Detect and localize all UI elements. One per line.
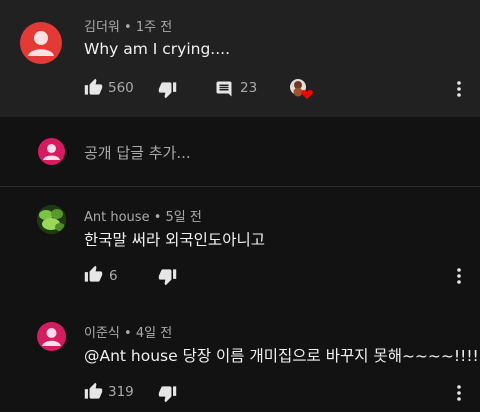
thumbs-down-icon[interactable] [158,80,177,99]
thumbs-up-icon[interactable] [84,78,103,97]
creator-heart-icon [290,79,313,99]
leaf-avatar-icon [37,205,66,234]
comment-author[interactable]: Ant house [84,210,150,225]
avatar[interactable] [37,205,66,234]
divider [0,186,480,187]
more-options-icon[interactable] [449,266,469,286]
more-options-icon[interactable] [449,383,469,403]
like-count: 319 [108,384,134,400]
separator-dot: • [153,210,166,225]
comment-time[interactable]: 4일 전 [136,326,172,341]
highlighted-comment [0,0,480,117]
default-avatar-icon [28,31,54,56]
comment-text: 한국말 써라 외국인도아니고 [84,231,265,249]
default-avatar-icon [43,144,60,160]
comment-author[interactable]: 김더워 [84,20,120,35]
add-reply-input[interactable]: 공개 답글 추가... [84,142,191,163]
like-count: 6 [109,268,118,284]
thumbs-up-icon[interactable] [84,265,103,284]
comment-time[interactable]: 1주 전 [136,20,172,35]
reply-count[interactable]: 23 [240,80,257,96]
comment-time[interactable]: 5일 전 [166,210,202,225]
reply-icon[interactable] [215,80,233,98]
creator-heart[interactable] [288,77,314,101]
avatar[interactable] [20,22,62,64]
default-avatar-icon [42,328,61,346]
thumbs-down-icon[interactable] [158,267,177,286]
thumbs-up-icon[interactable] [84,382,103,401]
separator-dot: • [124,20,136,35]
like-count: 560 [108,80,134,96]
avatar[interactable] [37,322,66,351]
comment-text: Why am I crying.... [84,40,231,58]
comment-author[interactable]: 이준식 [84,326,120,341]
my-avatar [38,138,65,165]
separator-dot: • [124,326,136,341]
more-options-icon[interactable] [449,79,469,99]
thumbs-down-icon[interactable] [158,384,177,403]
comment-text: @Ant house 당장 이름 개미집으로 바꾸지 못해~~~~!!!! [84,347,479,365]
